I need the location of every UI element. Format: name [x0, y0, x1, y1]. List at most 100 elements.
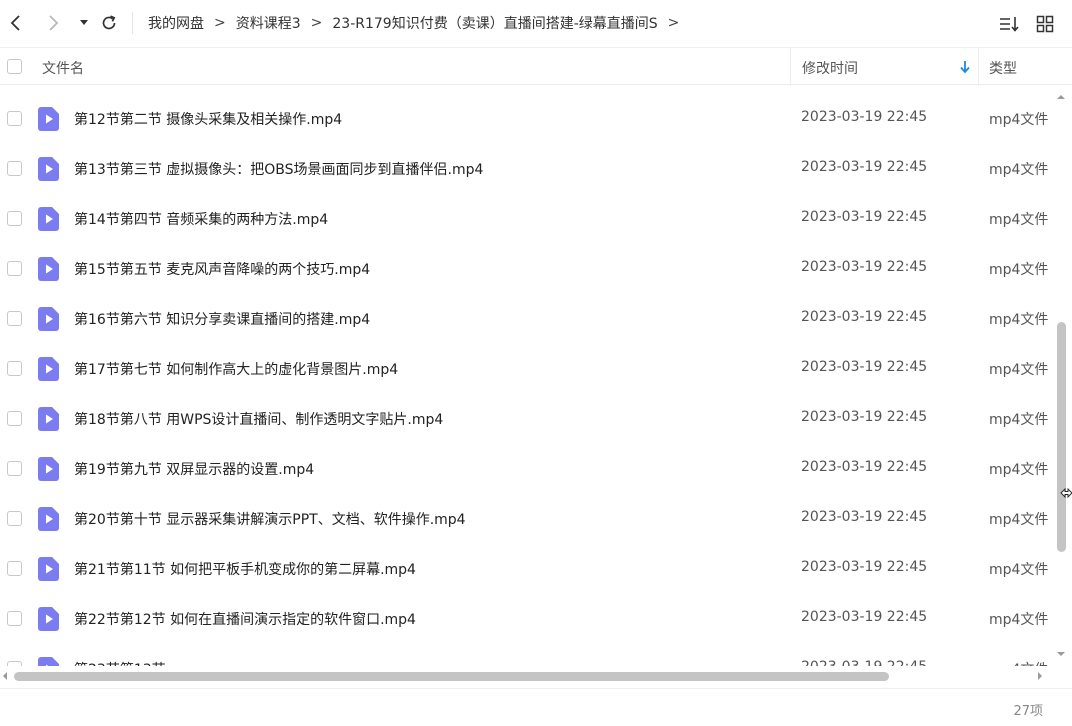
video-file-icon: [38, 157, 59, 181]
breadcrumb-item-folder[interactable]: 资料课程3: [236, 13, 301, 33]
file-name[interactable]: 第19节第九节 双屏显示器的设置.mp4: [74, 459, 314, 479]
file-row-checkbox[interactable]: [7, 611, 22, 626]
column-type-header[interactable]: 类型: [989, 58, 1017, 78]
file-row-checkbox[interactable]: [7, 561, 22, 576]
file-name[interactable]: 第18节第八节 用WPS设计直播间、制作透明文字贴片.mp4: [74, 409, 443, 429]
video-file-icon: [38, 357, 59, 381]
column-divider[interactable]: [790, 48, 791, 86]
caret-down-icon: [80, 20, 88, 25]
file-row-checkbox[interactable]: [7, 511, 22, 526]
video-file-icon: [38, 207, 59, 231]
video-file-icon: [38, 457, 59, 481]
file-row-checkbox[interactable]: [7, 261, 22, 276]
file-row[interactable]: 第13节第三节 虚拟摄像头：把OBS场景画面同步到直播伴侣.mp4 2023-03…: [0, 144, 1054, 194]
file-type: mp4文件: [989, 312, 1049, 328]
file-modified-time: 2023-03-19 22:45: [801, 459, 928, 475]
video-file-icon: [38, 657, 59, 666]
forward-button[interactable]: [41, 10, 65, 36]
file-modified-time: 2023-03-19 22:45: [801, 359, 928, 375]
file-type: mp4文件: [989, 412, 1049, 428]
file-row[interactable]: 第16节第六节 知识分享卖课直播间的搭建.mp4 2023-03-19 22:45…: [0, 294, 1054, 344]
file-modified-time: 2023-03-19 22:45: [801, 159, 928, 175]
file-row-checkbox[interactable]: [7, 461, 22, 476]
file-name[interactable]: 第12节第二节 摄像头采集及相关操作.mp4: [74, 109, 342, 129]
file-type: mp4文件: [989, 562, 1049, 578]
grid-view-icon: [1036, 15, 1054, 33]
horizontal-scrollbar[interactable]: [0, 666, 1054, 686]
navigation-bar: 我的网盘 > 资料课程3 > 23-R179知识付费（卖课）直播间搭建-绿幕直播…: [0, 0, 1072, 46]
file-type: mp4文件: [989, 262, 1049, 278]
horizontal-scroll-thumb[interactable]: [14, 672, 889, 681]
scroll-left-arrow-icon[interactable]: [0, 671, 10, 681]
vertical-scrollbar[interactable]: [1054, 86, 1068, 666]
file-name[interactable]: 第23节第13节 ...: [74, 659, 183, 666]
vertical-scroll-thumb[interactable]: [1057, 322, 1066, 552]
file-row[interactable]: 第21节第11节 如何把平板手机变成你的第二屏幕.mp4 2023-03-19 2…: [0, 544, 1054, 594]
file-name[interactable]: 第20节第十节 显示器采集讲解演示PPT、文档、软件操作.mp4: [74, 509, 466, 529]
breadcrumb-item-current[interactable]: 23-R179知识付费（卖课）直播间搭建-绿幕直播间S: [332, 13, 657, 33]
scroll-up-arrow-icon[interactable]: [1056, 92, 1066, 102]
resize-cursor-icon: [1060, 487, 1072, 499]
video-file-icon: [38, 107, 59, 131]
file-row-checkbox[interactable]: [7, 361, 22, 376]
item-count: 27项: [1013, 704, 1043, 719]
file-row[interactable]: 第17节第七节 如何制作高大上的虚化背景图片.mp4 2023-03-19 22:…: [0, 344, 1054, 394]
back-button[interactable]: [4, 10, 28, 36]
file-type: mp4文件: [989, 659, 1048, 666]
file-type: mp4文件: [989, 162, 1049, 178]
file-row-checkbox[interactable]: [7, 161, 22, 176]
scroll-right-arrow-icon[interactable]: [1035, 671, 1045, 681]
file-row[interactable]: 第15节第五节 麦克风声音降噪的两个技巧.mp4 2023-03-19 22:45…: [0, 244, 1054, 294]
file-row[interactable]: 第20节第十节 显示器采集讲解演示PPT、文档、软件操作.mp4 2023-03-…: [0, 494, 1054, 544]
file-name[interactable]: 第15节第五节 麦克风声音降噪的两个技巧.mp4: [74, 259, 370, 279]
file-row-checkbox[interactable]: [7, 311, 22, 326]
breadcrumb-separator[interactable]: >: [668, 15, 680, 31]
file-row[interactable]: 第18节第八节 用WPS设计直播间、制作透明文字贴片.mp4 2023-03-19…: [0, 394, 1054, 444]
file-type: mp4文件: [989, 612, 1049, 628]
sort-button[interactable]: [997, 12, 1021, 36]
breadcrumb: 我的网盘 > 资料课程3 > 23-R179知识付费（卖课）直播间搭建-绿幕直播…: [148, 13, 689, 33]
file-modified-time: 2023-03-19 22:45: [801, 209, 928, 225]
file-row-checkbox[interactable]: [7, 211, 22, 226]
file-name[interactable]: 第14节第四节 音频采集的两种方法.mp4: [74, 209, 328, 229]
scroll-down-arrow-icon[interactable]: [1056, 649, 1066, 659]
column-name-header[interactable]: 文件名: [42, 58, 84, 78]
file-name[interactable]: 第21节第11节 如何把平板手机变成你的第二屏幕.mp4: [74, 559, 416, 579]
select-all-checkbox[interactable]: [7, 59, 22, 74]
breadcrumb-separator: >: [310, 15, 323, 31]
file-name[interactable]: 第13节第三节 虚拟摄像头：把OBS场景画面同步到直播伴侣.mp4: [74, 159, 483, 179]
file-row[interactable]: 第23节第13节 ... 2023-03-19 22:45 mp4文件: [0, 644, 1054, 666]
file-row-checkbox[interactable]: [7, 411, 22, 426]
toolbar-divider: [132, 12, 133, 34]
column-divider[interactable]: [978, 48, 979, 86]
file-name[interactable]: 第16节第六节 知识分享卖课直播间的搭建.mp4: [74, 309, 370, 329]
video-file-icon: [38, 557, 59, 581]
breadcrumb-item-root[interactable]: 我的网盘: [148, 13, 204, 33]
file-type: mp4文件: [989, 362, 1049, 378]
file-type: mp4文件: [989, 462, 1049, 478]
file-modified-time: 2023-03-19 22:45: [801, 509, 928, 525]
file-type: mp4文件: [989, 112, 1049, 128]
file-modified-time: 2023-03-19 22:45: [801, 259, 928, 275]
view-mode-button[interactable]: [1033, 12, 1057, 36]
file-row-checkbox[interactable]: [7, 111, 22, 126]
refresh-button[interactable]: [97, 10, 121, 36]
history-dropdown-button[interactable]: [72, 10, 96, 36]
status-bar: 27项: [0, 688, 1072, 726]
file-name[interactable]: 第22节第12节 如何在直播间演示指定的软件窗口.mp4: [74, 609, 416, 629]
video-file-icon: [38, 407, 59, 431]
column-modified-header[interactable]: 修改时间: [802, 58, 858, 78]
file-type: mp4文件: [989, 212, 1049, 228]
video-file-icon: [38, 607, 59, 631]
file-row[interactable]: 第12节第二节 摄像头采集及相关操作.mp4 2023-03-19 22:45 mp…: [0, 94, 1054, 144]
file-type: mp4文件: [989, 512, 1049, 528]
file-modified-time: 2023-03-19 22:45: [801, 559, 928, 575]
column-header: 文件名 修改时间 类型: [0, 47, 1072, 86]
file-row[interactable]: 第14节第四节 音频采集的两种方法.mp4 2023-03-19 22:45 mp4…: [0, 194, 1054, 244]
refresh-icon: [102, 15, 116, 30]
file-name[interactable]: 第17节第七节 如何制作高大上的虚化背景图片.mp4: [74, 359, 398, 379]
file-row[interactable]: 第19节第九节 双屏显示器的设置.mp4 2023-03-19 22:45 mp4文…: [0, 444, 1054, 494]
video-file-icon: [38, 307, 59, 331]
file-row[interactable]: 第22节第12节 如何在直播间演示指定的软件窗口.mp4 2023-03-19 2…: [0, 594, 1054, 644]
video-file-icon: [38, 507, 59, 531]
